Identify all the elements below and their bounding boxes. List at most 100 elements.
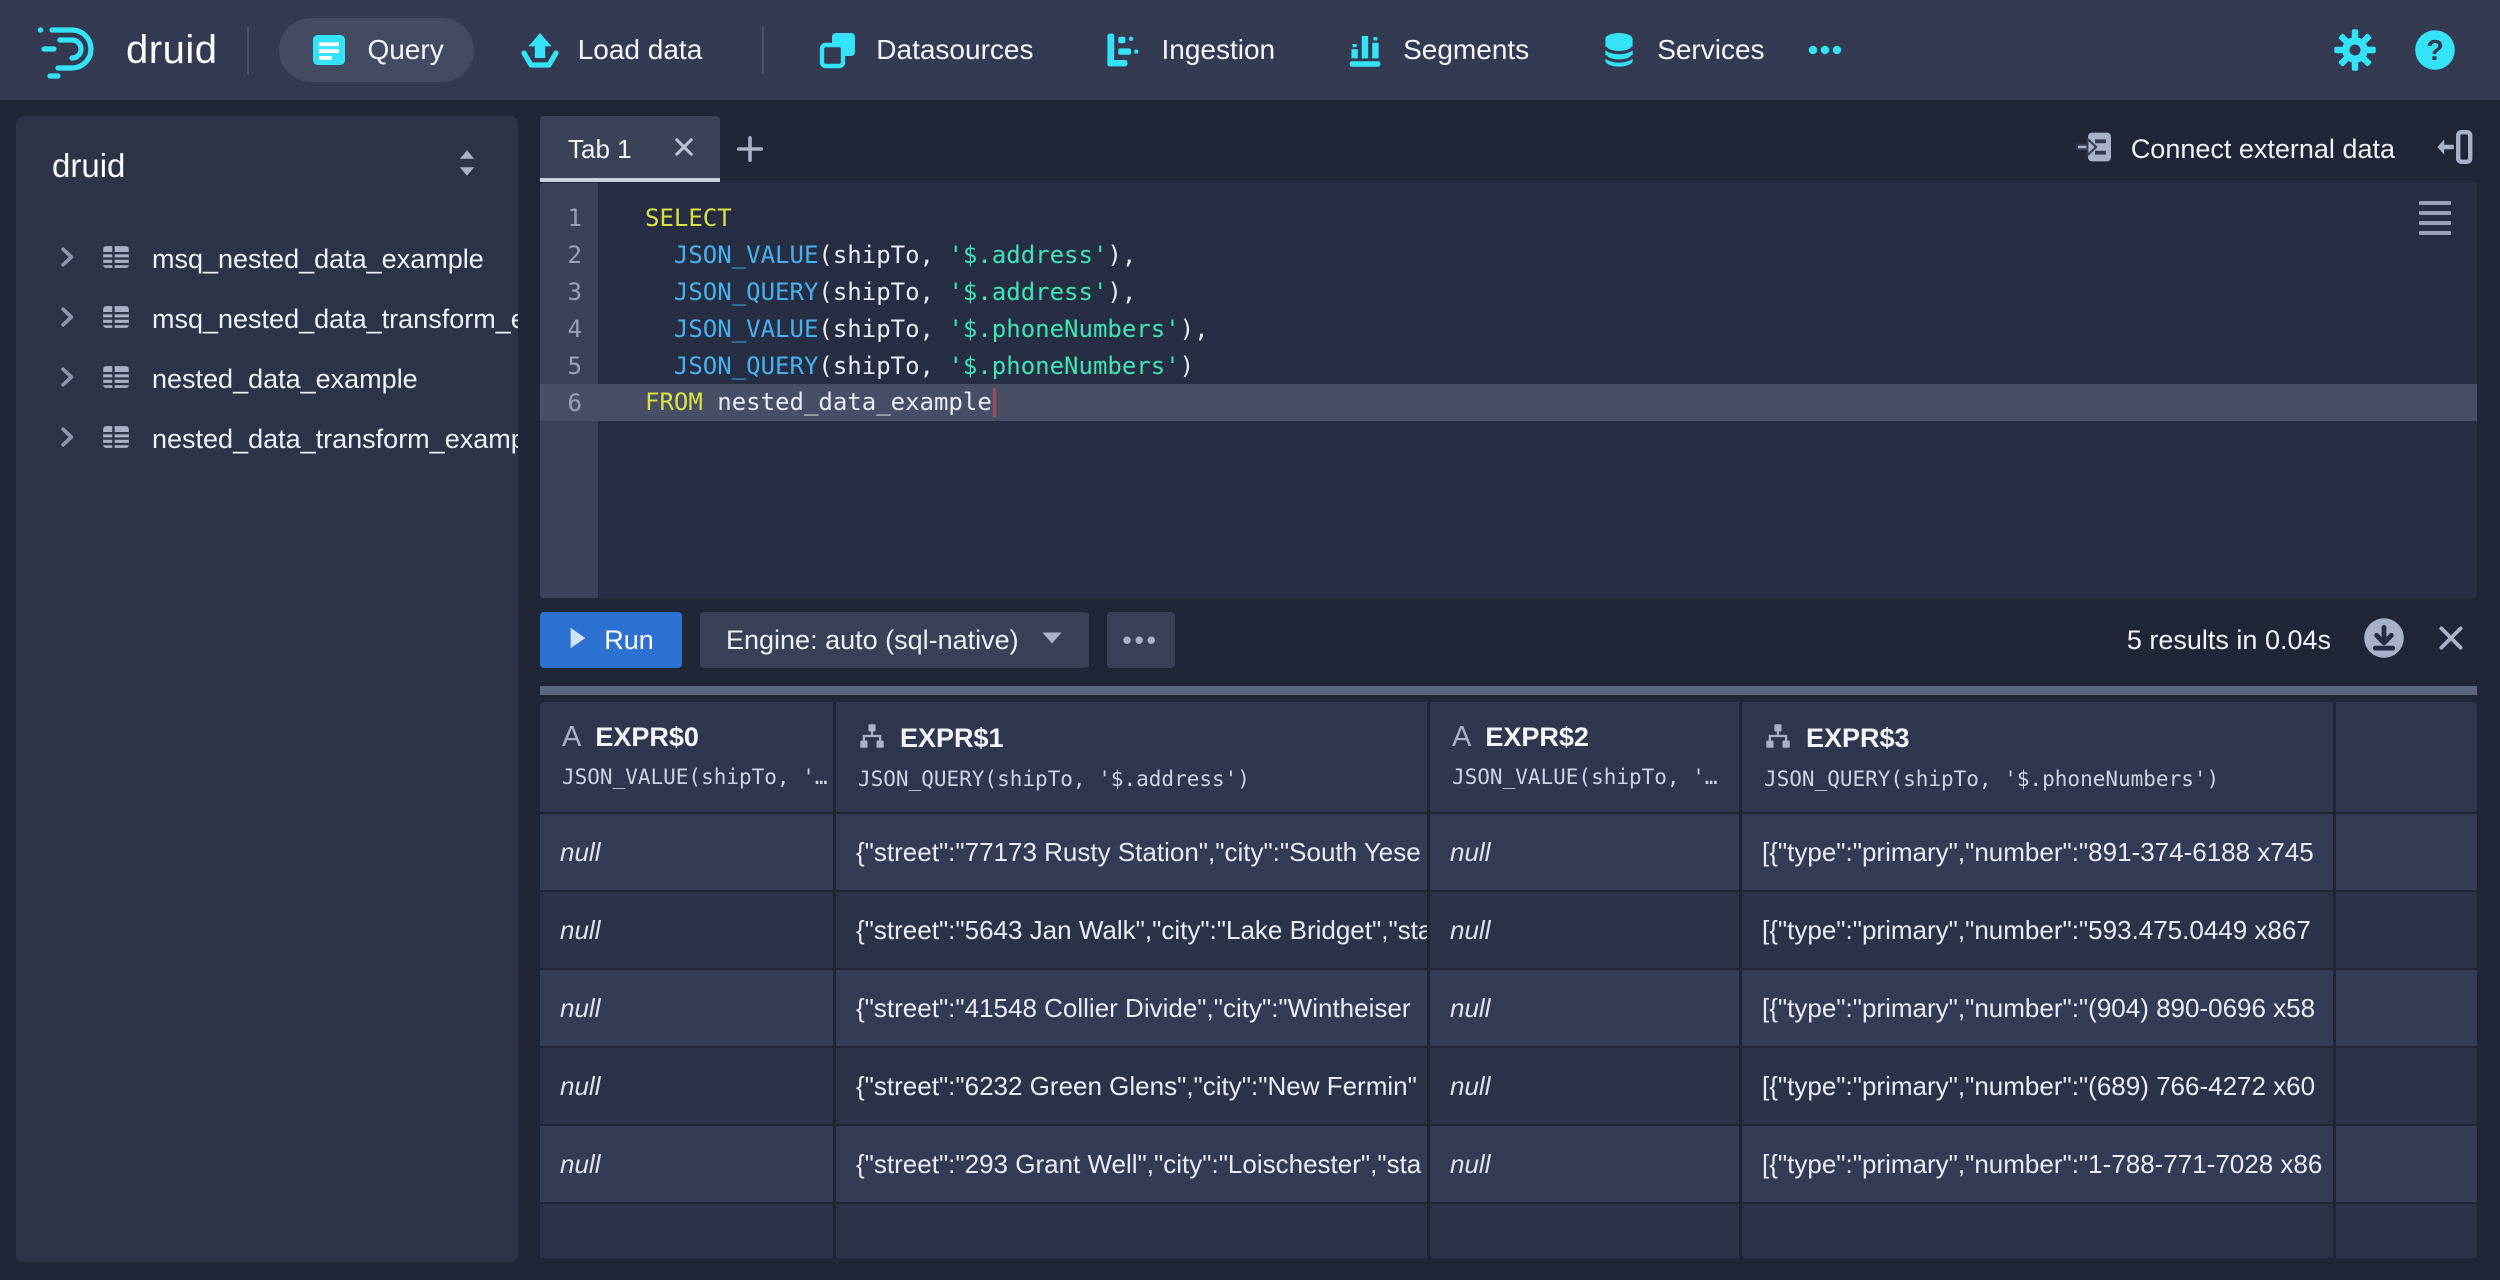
text-cursor [993, 388, 996, 417]
column-name: EXPR$2 [1485, 722, 1589, 753]
column-header-EXPR$0[interactable]: AEXPR$0 JSON_VALUE(shipTo, '… [540, 702, 836, 812]
line-number: 1 [540, 204, 598, 232]
nav-datasources[interactable]: Datasources [794, 18, 1057, 82]
editor-menu-icon[interactable] [2419, 201, 2451, 241]
code-line-2[interactable]: 2 JSON_VALUE(shipTo, '$.address'), [540, 236, 2477, 273]
nav-more-button[interactable] [1789, 18, 1861, 82]
run-button[interactable]: Run [540, 612, 682, 668]
nav-label: Segments [1403, 34, 1529, 66]
close-results-icon[interactable] [2435, 622, 2467, 659]
tab-query-1[interactable]: Tab 1 [540, 116, 720, 182]
cell-value[interactable]: [{"type":"primary","number":"593.475.044… [1742, 892, 2336, 968]
cell-null[interactable]: null [540, 970, 836, 1046]
double-caret-vertical-icon[interactable] [450, 146, 484, 185]
tab-label: Tab 1 [568, 134, 646, 165]
empty-row [540, 1204, 2477, 1258]
connect-external-data-button[interactable]: Connect external data [2069, 117, 2401, 182]
empty-cell [2336, 1204, 2477, 1258]
column-header-EXPR$2[interactable]: AEXPR$2 JSON_VALUE(shipTo, '… [1430, 702, 1742, 812]
code-line-3[interactable]: 3 JSON_QUERY(shipTo, '$.address'), [540, 273, 2477, 310]
empty-cell [836, 1204, 1430, 1258]
column-header-EXPR$1[interactable]: EXPR$1 JSON_QUERY(shipTo, '$.address') [836, 702, 1430, 812]
chevron-right-icon[interactable] [54, 364, 80, 395]
nav-segments[interactable]: Segments [1321, 18, 1553, 82]
load-data-icon [520, 30, 560, 70]
column-name: EXPR$3 [1806, 723, 1910, 754]
row-filler-cell [2336, 892, 2477, 968]
cell-value[interactable]: [{"type":"primary","number":"1-788-771-7… [1742, 1126, 2336, 1202]
nav-query[interactable]: Query [279, 18, 473, 82]
cell-null[interactable]: null [1430, 892, 1742, 968]
cell-value[interactable]: {"street":"6232 Green Glens","city":"New… [836, 1048, 1430, 1124]
nav-label: Ingestion [1161, 34, 1275, 66]
line-number: 4 [540, 315, 598, 343]
cell-null[interactable]: null [1430, 1048, 1742, 1124]
nav-label: Query [367, 34, 443, 66]
code-line-6[interactable]: 6FROM nested_data_example [540, 384, 2477, 421]
empty-cell [540, 1204, 836, 1258]
brand-name: druid [126, 28, 217, 73]
nav-ingestion[interactable]: Ingestion [1079, 18, 1299, 82]
line-number: 5 [540, 352, 598, 380]
cell-null[interactable]: null [540, 892, 836, 968]
query-more-button[interactable]: ••• [1107, 612, 1175, 668]
cell-null[interactable]: null [1430, 970, 1742, 1046]
chevron-right-icon[interactable] [54, 424, 80, 455]
row-filler-cell [2336, 814, 2477, 890]
close-tab-icon[interactable] [672, 135, 696, 164]
results-table-body: null{"street":"77173 Rusty Station","cit… [540, 814, 2477, 1258]
connect-external-data-icon [2075, 127, 2115, 172]
svg-text:?: ? [2426, 35, 2444, 67]
header-filler-cell [2336, 702, 2477, 812]
code-line-4[interactable]: 4 JSON_VALUE(shipTo, '$.phoneNumbers'), [540, 310, 2477, 347]
table-icon [100, 421, 132, 458]
empty-cell [1430, 1204, 1742, 1258]
cell-value[interactable]: {"street":"293 Grant Well","city":"Loisc… [836, 1126, 1430, 1202]
active-tab-underline [540, 178, 720, 182]
cell-null[interactable]: null [540, 1126, 836, 1202]
cell-value[interactable]: [{"type":"primary","number":"(689) 766-4… [1742, 1048, 2336, 1124]
nav-services[interactable]: Services [1575, 18, 1788, 82]
sidebar-schema-title: druid [52, 147, 125, 185]
datasource-msq_nested_data_example[interactable]: msq_nested_data_example [16, 229, 518, 289]
cell-null[interactable]: null [540, 1048, 836, 1124]
cell-value[interactable]: [{"type":"primary","number":"891-374-618… [1742, 814, 2336, 890]
nav-load-data[interactable]: Load data [490, 18, 733, 82]
chevron-right-icon[interactable] [54, 244, 80, 275]
row-filler-cell [2336, 970, 2477, 1046]
druid-logo[interactable]: druid [36, 21, 217, 79]
add-tab-button[interactable] [720, 116, 780, 182]
code-line-1[interactable]: 1SELECT [540, 199, 2477, 236]
string-type-icon: A [1452, 723, 1471, 752]
nav-divider [762, 26, 764, 74]
gear-icon[interactable] [2332, 27, 2378, 73]
cell-value[interactable]: {"street":"77173 Rusty Station","city":"… [836, 814, 1430, 890]
chevron-right-icon[interactable] [54, 304, 80, 335]
table-row: null{"street":"77173 Rusty Station","cit… [540, 814, 2477, 892]
cell-null[interactable]: null [540, 814, 836, 890]
datasource-label: nested_data_transform_exampl [152, 424, 518, 455]
datasource-msq_nested_data_transform_ex[interactable]: msq_nested_data_transform_ex [16, 289, 518, 349]
cell-value[interactable]: {"street":"41548 Collier Divide","city":… [836, 970, 1430, 1046]
cell-value[interactable]: {"street":"5643 Jan Walk","city":"Lake B… [836, 892, 1430, 968]
complex-type-icon [1764, 722, 1792, 755]
cell-value[interactable]: [{"type":"primary","number":"(904) 890-0… [1742, 970, 2336, 1046]
table-icon [100, 361, 132, 398]
datasource-nested_data_example[interactable]: nested_data_example [16, 349, 518, 409]
cell-null[interactable]: null [1430, 1126, 1742, 1202]
datasource-label: nested_data_example [152, 364, 418, 395]
datasource-tree: msq_nested_data_example msq_nested_data_… [16, 229, 518, 469]
help-icon[interactable]: ? [2412, 27, 2458, 73]
download-icon[interactable] [2361, 615, 2407, 666]
sql-editor[interactable]: 1SELECT2 JSON_VALUE(shipTo, '$.address')… [540, 183, 2477, 598]
datasource-nested_data_transform_exampl[interactable]: nested_data_transform_exampl [16, 409, 518, 469]
cell-null[interactable]: null [1430, 814, 1742, 890]
panel-splitter[interactable] [540, 686, 2477, 695]
datasource-label: msq_nested_data_example [152, 244, 484, 275]
engine-select[interactable]: Engine: auto (sql-native) [700, 612, 1089, 668]
column-header-EXPR$3[interactable]: EXPR$3 JSON_QUERY(shipTo, '$.phoneNumber… [1742, 702, 2336, 812]
nav-secondary: Datasources Ingestion Segments Services [794, 18, 1788, 82]
code-line-5[interactable]: 5 JSON_QUERY(shipTo, '$.phoneNumbers') [540, 347, 2477, 384]
services-icon [1599, 30, 1639, 70]
collapse-panel-icon[interactable] [2435, 127, 2475, 172]
